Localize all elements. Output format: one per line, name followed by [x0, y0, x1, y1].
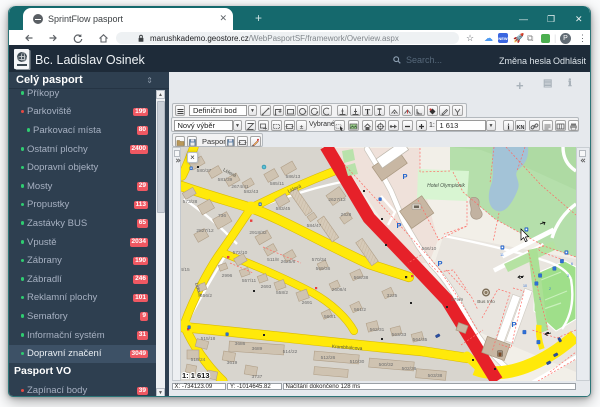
svg-text:511/8: 511/8 [267, 257, 279, 263]
svg-text:586/13: 586/13 [286, 174, 301, 180]
svg-text:502/36: 502/36 [402, 366, 417, 372]
svg-text:2691: 2691 [302, 300, 313, 306]
svg-text:Hotel Olympionik: Hotel Olympionik [427, 183, 465, 189]
svg-text:572/10: 572/10 [233, 250, 248, 256]
svg-text:514/22: 514/22 [283, 349, 298, 355]
svg-text:3686: 3686 [235, 341, 246, 347]
svg-text:583/45: 583/45 [276, 206, 291, 212]
svg-text:P: P [511, 320, 516, 329]
svg-text:556/2: 556/2 [200, 293, 212, 299]
svg-text:584/47: 584/47 [307, 223, 322, 229]
svg-text:6: 6 [571, 262, 573, 266]
svg-text:Bus Info: Bus Info [477, 299, 495, 305]
svg-text:580/37: 580/37 [197, 168, 212, 174]
svg-text:2693: 2693 [261, 284, 272, 290]
svg-text:503/38: 503/38 [428, 373, 443, 379]
svg-text:P: P [437, 259, 442, 268]
svg-text:3689: 3689 [252, 346, 263, 352]
svg-text:P: P [402, 172, 407, 181]
svg-text:P: P [396, 221, 401, 230]
svg-text:10: 10 [523, 284, 527, 288]
svg-text:2628: 2628 [341, 212, 352, 218]
svg-text:582/43: 582/43 [244, 189, 259, 195]
svg-text:2625/6: 2625/6 [281, 259, 296, 265]
svg-text:560/1: 560/1 [324, 314, 336, 320]
svg-text:568/38: 568/38 [354, 275, 369, 281]
svg-text:2827/12: 2827/12 [196, 228, 214, 234]
svg-text:570/34: 570/34 [312, 257, 327, 263]
svg-text:558/2: 558/2 [276, 290, 288, 296]
svg-text:KN: KN [517, 125, 525, 131]
svg-text:563/33: 563/33 [392, 332, 407, 338]
svg-text:2918/32: 2918/32 [249, 230, 267, 236]
svg-text:2: 2 [549, 287, 551, 291]
svg-text:512/26: 512/26 [321, 355, 336, 361]
svg-text:379/9: 379/9 [451, 297, 463, 303]
svg-text:1: 1 [539, 297, 541, 301]
svg-text:518/24: 518/24 [191, 357, 206, 363]
svg-text:3737: 3737 [252, 374, 263, 380]
svg-text:2996: 2996 [222, 273, 233, 279]
svg-text:3: 3 [567, 274, 569, 278]
svg-text:2627/12: 2627/12 [328, 197, 346, 203]
svg-text:564/35: 564/35 [413, 337, 428, 343]
svg-text:±: ± [299, 124, 303, 131]
svg-text:573/28: 573/28 [183, 199, 198, 205]
svg-text:569/36: 569/36 [316, 266, 331, 272]
svg-text:566/10: 566/10 [422, 246, 437, 252]
svg-text:510/30: 510/30 [350, 359, 365, 365]
svg-text:4/15: 4/15 [181, 267, 190, 273]
svg-text:3225: 3225 [387, 293, 398, 299]
svg-text:585/11: 585/11 [270, 181, 285, 187]
svg-text:11: 11 [500, 253, 504, 257]
svg-text:515/18: 515/18 [201, 336, 216, 342]
svg-text:T: T [365, 108, 371, 117]
svg-text:736: 736 [218, 213, 226, 219]
svg-text:3619: 3619 [227, 360, 238, 366]
svg-text:500/32: 500/32 [379, 362, 394, 368]
svg-text:581/39: 581/39 [218, 177, 233, 183]
svg-text:562/31: 562/31 [370, 327, 385, 333]
svg-text:1: 1 613: 1: 1 613 [182, 371, 210, 380]
svg-text:561/2: 561/2 [354, 307, 366, 313]
svg-text:2608/4: 2608/4 [332, 287, 347, 293]
svg-text:i: i [507, 122, 510, 131]
svg-text:557/11: 557/11 [242, 278, 257, 284]
